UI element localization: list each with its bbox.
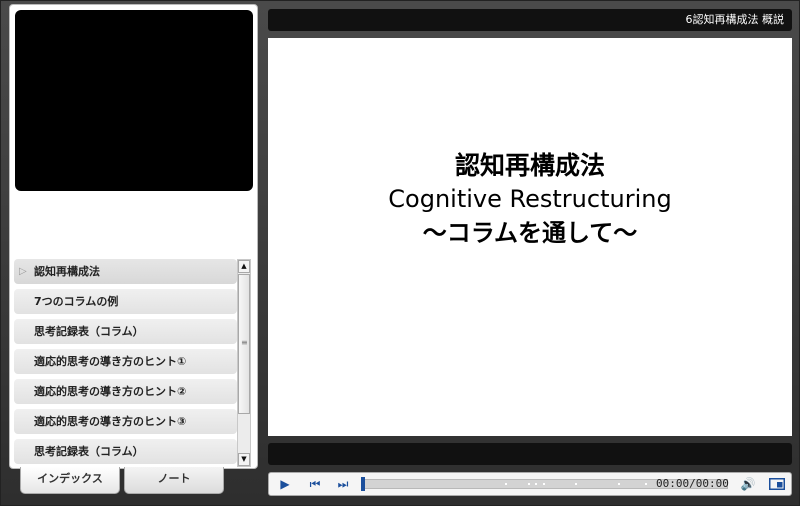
index-item-label: 適応的思考の導き方のヒント③ (34, 415, 187, 428)
lecture-title: 6認知再構成法 概説 (685, 13, 785, 26)
grip-icon: ≡ (241, 338, 248, 347)
play-icon[interactable]: ▶ (275, 473, 295, 495)
volume-icon[interactable]: 🔊 (738, 473, 758, 495)
seek-tick (528, 483, 530, 485)
scroll-thumb[interactable]: ≡ (238, 274, 250, 414)
slide-view: 認知再構成法 Cognitive Restructuring ～コラムを通して～ (268, 38, 792, 436)
time-readout: 00:00/00:00 (656, 477, 729, 490)
current-item-icon: ▷ (19, 266, 27, 277)
index-item-label: 適応的思考の導き方のヒント① (34, 355, 187, 368)
seek-tick (505, 483, 507, 485)
seek-tick (535, 483, 537, 485)
scroll-down-icon[interactable]: ▼ (238, 453, 250, 466)
seek-tick (645, 483, 647, 485)
index-item[interactable]: 適応的思考の導き方のヒント③ (14, 409, 237, 434)
index-item-label: 7つのコラムの例 (34, 295, 119, 308)
layout-toggle-icon[interactable] (766, 473, 788, 495)
player-app: ▷ 認知再構成法 7つのコラムの例 思考記録表（コラム） 適応的思考の導き方のヒ… (0, 0, 800, 506)
seek-tick (575, 483, 577, 485)
player-controls: ▶ ⏮ ⏭ 00:00/00:00 🔊 (268, 472, 792, 496)
tab-index[interactable]: インデックス (20, 467, 120, 494)
tab-note[interactable]: ノート (124, 467, 224, 494)
skip-back-icon[interactable]: ⏮ (305, 473, 325, 495)
index-item[interactable]: 思考記録表（コラム） (14, 439, 237, 464)
slide-title-jp: 認知再構成法 (454, 151, 605, 180)
index-item[interactable]: ▷ 認知再構成法 (14, 259, 237, 284)
seek-tick (618, 483, 620, 485)
scroll-up-icon[interactable]: ▲ (238, 260, 250, 273)
video-area (15, 10, 253, 191)
index-item-label: 認知再構成法 (34, 265, 100, 278)
index-item-label: 適応的思考の導き方のヒント② (34, 385, 187, 398)
index-item[interactable]: 適応的思考の導き方のヒント① (14, 349, 237, 374)
slide-subtitle: ～コラムを通して～ (422, 219, 638, 247)
seek-tick (543, 483, 545, 485)
index-item-label: 思考記録表（コラム） (34, 445, 144, 458)
slide-content: 認知再構成法 Cognitive Restructuring ～コラムを通して～ (268, 150, 792, 250)
seek-handle[interactable] (361, 477, 365, 491)
slide-title-en: Cognitive Restructuring (388, 185, 672, 213)
index-item[interactable]: 適応的思考の導き方のヒント② (14, 379, 237, 404)
index-list: ▷ 認知再構成法 7つのコラムの例 思考記録表（コラム） 適応的思考の導き方のヒ… (14, 259, 237, 467)
index-item[interactable]: 7つのコラムの例 (14, 289, 237, 314)
index-item-label: 思考記録表（コラム） (34, 325, 144, 338)
slide-title-bar: 6認知再構成法 概説 (268, 9, 792, 31)
index-scrollbar[interactable]: ▲ ≡ ▼ (237, 259, 251, 467)
caption-bar (268, 443, 792, 465)
skip-forward-icon[interactable]: ⏭ (333, 473, 353, 495)
index-item[interactable]: 思考記録表（コラム） (14, 319, 237, 344)
